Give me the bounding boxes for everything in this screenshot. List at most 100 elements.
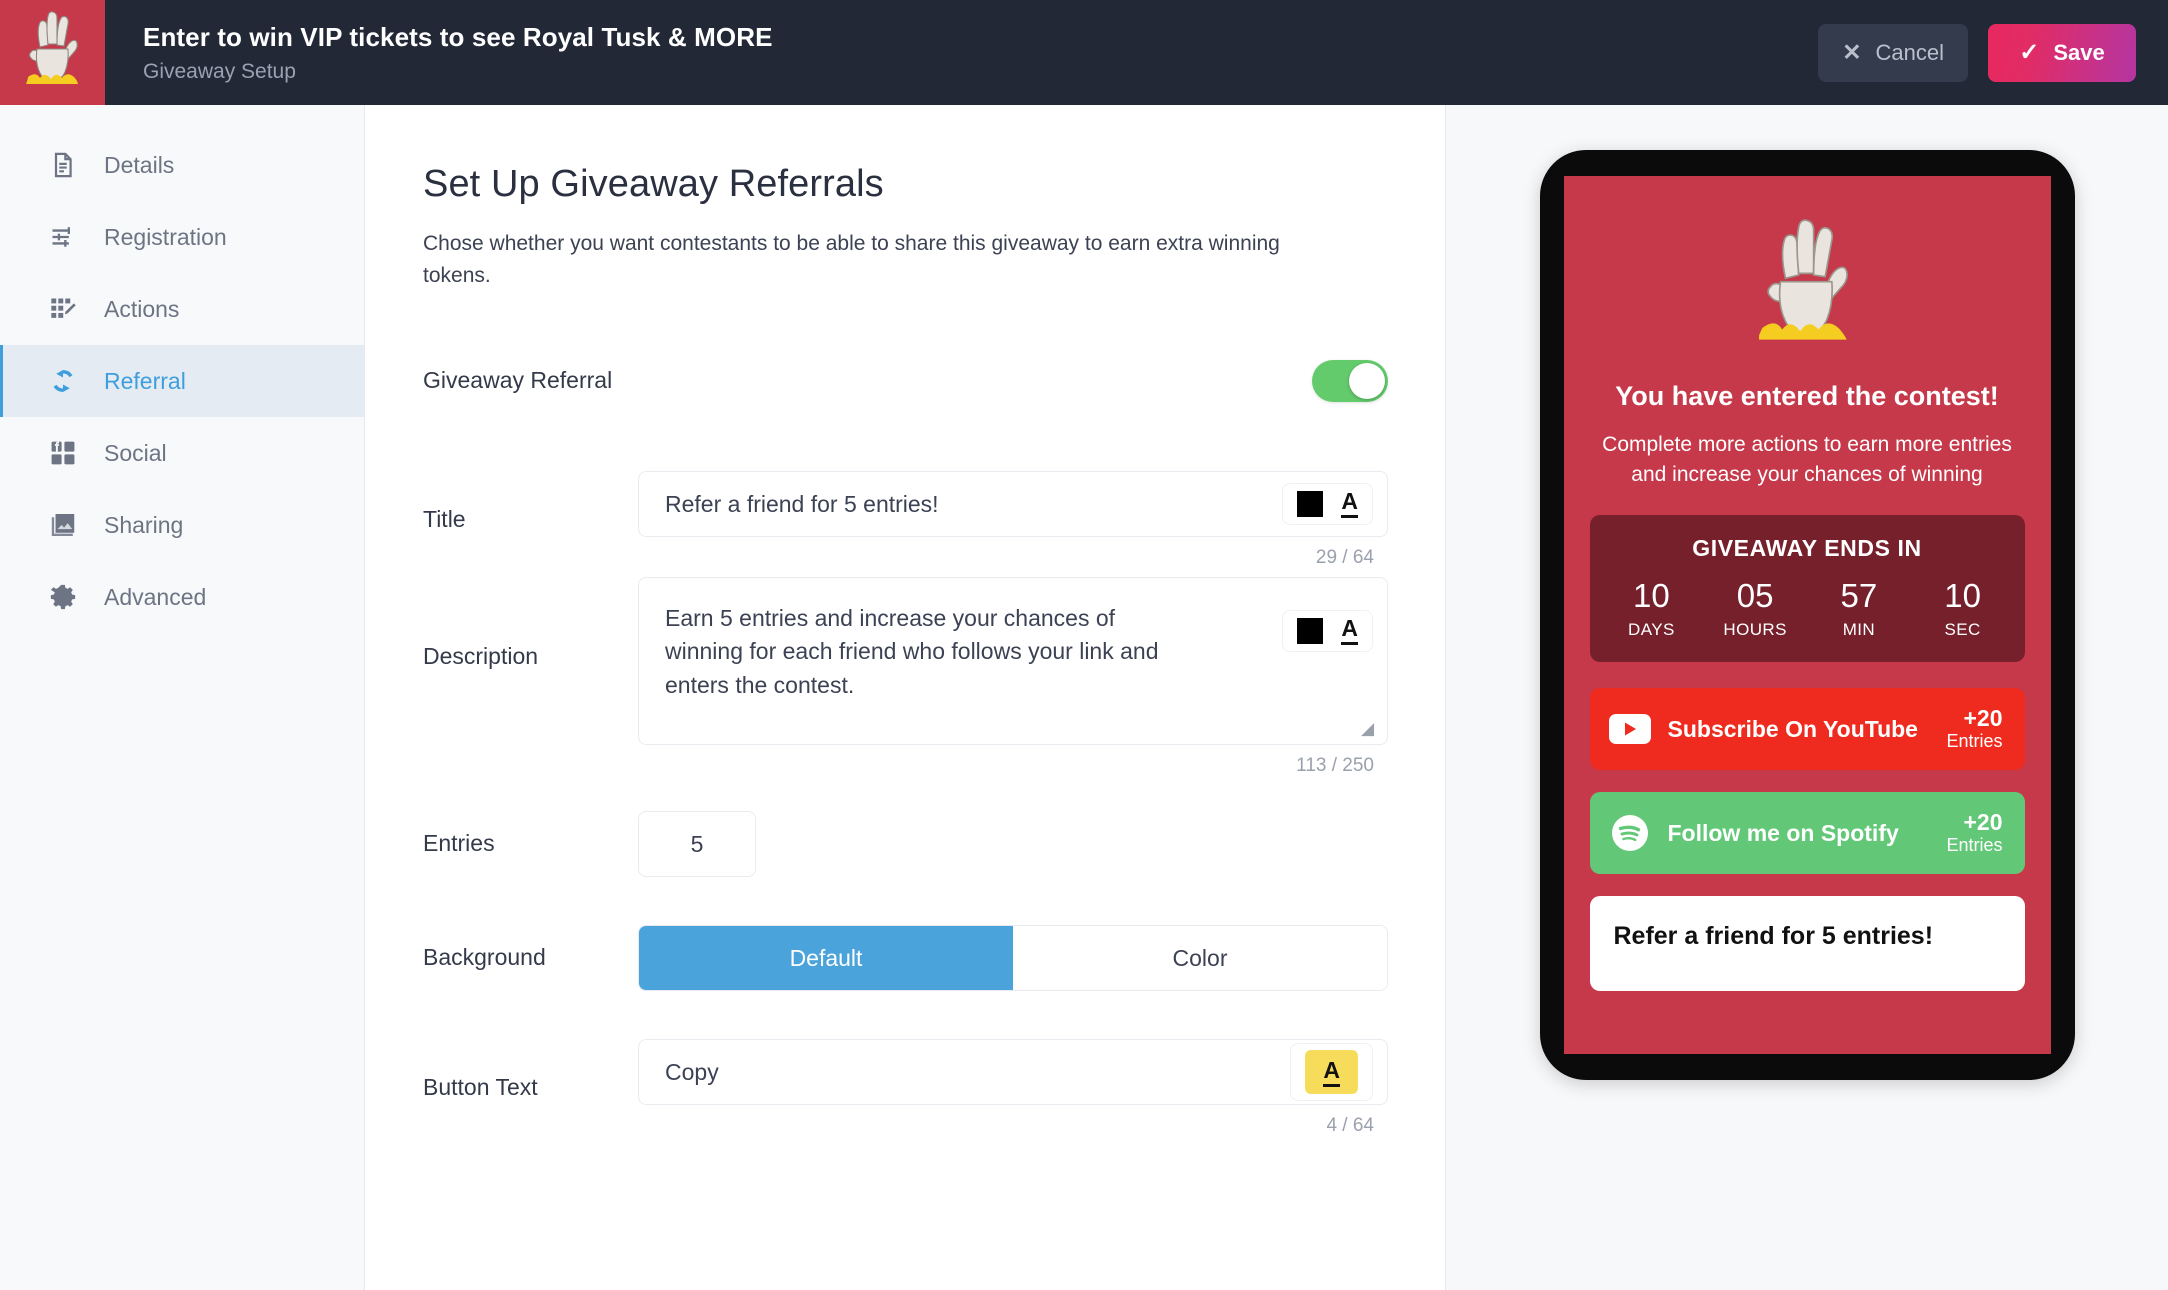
app-header: Enter to win VIP tickets to see Royal Tu… bbox=[0, 0, 2168, 105]
preview-action-entries-label: Entries bbox=[1946, 731, 2003, 752]
preview-action-plus: +20 bbox=[1963, 704, 2003, 731]
refresh-cycle-icon bbox=[48, 366, 78, 396]
preview-action-entries-label: Entries bbox=[1946, 835, 2003, 856]
preview-subtitle: Complete more actions to earn more entri… bbox=[1602, 433, 2012, 487]
phone-screen: You have entered the contest! Complete m… bbox=[1563, 176, 2051, 1054]
brand-thumbnail bbox=[0, 0, 105, 105]
title-style-controls: A bbox=[1282, 483, 1373, 525]
giveaway-referral-label: Giveaway Referral bbox=[423, 367, 613, 394]
toggle-knob bbox=[1349, 363, 1385, 399]
preview-action-spotify[interactable]: Follow me on Spotify +20 Entries bbox=[1589, 792, 2025, 875]
app-body: Details Registration Actions Referral So… bbox=[0, 105, 2168, 1290]
entries-row: Entries 5 bbox=[423, 811, 1445, 877]
check-icon: ✓ bbox=[2019, 38, 2040, 66]
main-content: Set Up Giveaway Referrals Chose whether … bbox=[365, 105, 1446, 1290]
header-actions: ✕ Cancel ✓ Save bbox=[1818, 0, 2168, 105]
preview-action-label: Subscribe On YouTube bbox=[1667, 715, 1918, 742]
text-color-A-icon[interactable]: A bbox=[1341, 490, 1358, 518]
preview-referral-card-title: Refer a friend for 5 entries! bbox=[1613, 922, 1934, 951]
sidebar-item-actions[interactable]: Actions bbox=[0, 273, 364, 345]
image-stack-icon bbox=[48, 510, 78, 540]
sidebar-item-label: Registration bbox=[104, 223, 227, 250]
sidebar-item-label: Referral bbox=[104, 367, 186, 394]
text-color-A-icon[interactable]: A bbox=[1341, 617, 1358, 645]
countdown-unit-days: 10 DAYS bbox=[1600, 576, 1704, 640]
button-text-char-counter: 4 / 64 bbox=[1326, 1115, 1374, 1136]
resize-handle-icon[interactable]: ◢ bbox=[1361, 720, 1381, 740]
save-button-label: Save bbox=[2053, 39, 2105, 65]
button-text-row: Button Text Copy A 4 / 64 bbox=[423, 1039, 1445, 1137]
sidebar-item-label: Details bbox=[104, 151, 175, 178]
countdown-unit-sec: 10 SEC bbox=[1911, 577, 2015, 640]
background-segmented-control: Default Color bbox=[638, 925, 1388, 991]
title-input-value: Refer a friend for 5 entries! bbox=[665, 490, 939, 517]
preview-action-reward: +20 Entries bbox=[1946, 704, 2003, 753]
spotify-icon bbox=[1608, 813, 1652, 853]
sidebar-item-label: Social bbox=[104, 439, 167, 466]
description-style-controls: A bbox=[1282, 610, 1373, 652]
title-char-counter: 29 / 64 bbox=[1315, 547, 1374, 568]
title-input[interactable]: Refer a friend for 5 entries! A bbox=[638, 471, 1388, 537]
phone-frame: You have entered the contest! Complete m… bbox=[1539, 150, 2075, 1080]
preview-hero bbox=[1757, 210, 1855, 355]
button-text-input-value: Copy bbox=[665, 1058, 719, 1085]
preview-action-youtube[interactable]: Subscribe On YouTube +20 Entries bbox=[1589, 688, 2025, 771]
countdown-heading: GIVEAWAY ENDS IN bbox=[1692, 534, 1922, 561]
giveaway-referral-toggle[interactable] bbox=[1312, 360, 1388, 402]
title-field-label: Title bbox=[423, 506, 466, 533]
sidebar-item-registration[interactable]: Registration bbox=[0, 201, 364, 273]
page-title: Set Up Giveaway Referrals bbox=[423, 163, 884, 205]
button-text-style-controls: A bbox=[1290, 1043, 1373, 1101]
description-textarea-value: Earn 5 entries and increase your chances… bbox=[665, 605, 1159, 698]
save-button[interactable]: ✓ Save bbox=[1988, 23, 2136, 82]
zombie-hand-illustration-icon bbox=[1757, 210, 1855, 355]
button-text-field-label: Button Text bbox=[423, 1074, 538, 1101]
page-subtitle-header: Giveaway Setup bbox=[143, 60, 296, 84]
sidebar: Details Registration Actions Referral So… bbox=[0, 105, 365, 1290]
countdown-label: SEC bbox=[1944, 620, 1981, 640]
sidebar-item-advanced[interactable]: Advanced bbox=[0, 561, 364, 633]
sidebar-item-referral[interactable]: Referral bbox=[0, 345, 364, 417]
header-titles: Enter to win VIP tickets to see Royal Tu… bbox=[105, 0, 1818, 105]
color-swatch-icon[interactable] bbox=[1297, 618, 1324, 644]
entries-input[interactable]: 5 bbox=[638, 811, 756, 877]
entries-field-label: Entries bbox=[423, 830, 495, 857]
close-icon: ✕ bbox=[1842, 39, 1862, 65]
background-row: Background Default Color bbox=[423, 925, 1445, 991]
sidebar-item-label: Advanced bbox=[104, 583, 207, 610]
countdown-value: 05 bbox=[1736, 576, 1774, 614]
countdown-value: 10 bbox=[1633, 576, 1670, 614]
social-grid-icon bbox=[48, 438, 78, 468]
preview-referral-card[interactable]: Refer a friend for 5 entries! bbox=[1589, 896, 2025, 992]
description-field-label: Description bbox=[423, 643, 539, 669]
preview-panel: You have entered the contest! Complete m… bbox=[1446, 105, 2168, 1290]
giveaway-referral-row: Giveaway Referral bbox=[423, 339, 1445, 423]
countdown-unit-hours: 05 HOURS bbox=[1703, 576, 1807, 640]
background-option-default[interactable]: Default bbox=[639, 926, 1013, 990]
sidebar-item-sharing[interactable]: Sharing bbox=[0, 489, 364, 561]
cancel-button[interactable]: ✕ Cancel bbox=[1818, 23, 1968, 82]
sidebar-item-label: Actions bbox=[104, 295, 180, 322]
button-text-input[interactable]: Copy A bbox=[638, 1039, 1388, 1105]
description-row: Description Earn 5 entries and increase … bbox=[423, 577, 1445, 777]
sidebar-item-label: Sharing bbox=[104, 511, 184, 538]
preview-action-label: Follow me on Spotify bbox=[1667, 819, 1899, 846]
color-swatch-icon[interactable] bbox=[1297, 491, 1324, 517]
preview-action-plus: +20 bbox=[1963, 808, 2003, 835]
sliders-icon bbox=[48, 222, 78, 252]
page-description: Chose whether you want contestants to be… bbox=[423, 232, 1280, 287]
countdown-label: DAYS bbox=[1628, 620, 1675, 640]
sidebar-item-details[interactable]: Details bbox=[0, 129, 364, 201]
countdown-timer: GIVEAWAY ENDS IN 10 DAYS 05 HOURS 57 MIN bbox=[1589, 514, 2025, 663]
description-textarea[interactable]: Earn 5 entries and increase your chances… bbox=[638, 577, 1388, 745]
preview-title: You have entered the contest! bbox=[1615, 381, 1999, 411]
countdown-label: MIN bbox=[1842, 620, 1876, 640]
background-option-color[interactable]: Color bbox=[1013, 926, 1387, 990]
gear-icon bbox=[48, 582, 78, 612]
sidebar-item-social[interactable]: Social bbox=[0, 417, 364, 489]
background-field-label: Background bbox=[423, 944, 546, 971]
title-row: Title Refer a friend for 5 entries! A 29… bbox=[423, 471, 1445, 569]
entries-input-value: 5 bbox=[690, 830, 704, 857]
youtube-icon bbox=[1608, 714, 1652, 745]
text-color-A-icon[interactable]: A bbox=[1305, 1050, 1358, 1094]
